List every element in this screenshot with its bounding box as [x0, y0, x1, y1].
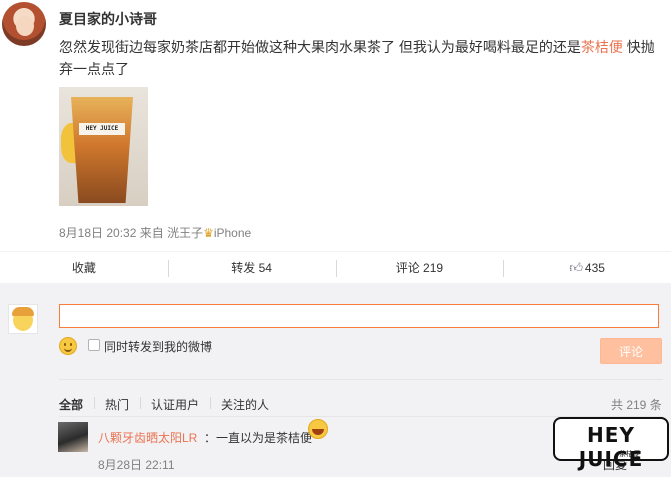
post-meta-device[interactable]: iPhone: [214, 226, 251, 240]
tab-hot[interactable]: 热门: [94, 396, 140, 413]
crown-icon: ♛: [203, 226, 214, 240]
collect-button[interactable]: 收藏: [0, 252, 168, 283]
post-text-part-1: 忽然发现街边每家奶茶店都开始做这种大果肉水果茶了 但我认为最好喝料最足的还是: [59, 39, 581, 55]
laughing-emoji-icon: [308, 419, 328, 439]
comment-input[interactable]: [59, 304, 659, 328]
poster-avatar[interactable]: [2, 2, 46, 46]
watermark-subtext: 茶桔便: [619, 451, 640, 458]
divider: [59, 379, 663, 380]
submit-comment-button[interactable]: 评论: [600, 338, 662, 364]
commenter-username[interactable]: 八颗牙齿晒太阳LR: [98, 429, 197, 446]
comment-time: 8月28日 22:11: [98, 458, 175, 472]
hey-juice-watermark-logo: HEY JUICE 茶桔便: [553, 417, 669, 471]
post-text: 忽然发现街边每家奶茶店都开始做这种大果肉水果茶了 但我认为最好喝料最足的还是茶桔…: [59, 36, 659, 80]
comment-button[interactable]: 评论 219: [335, 252, 504, 283]
watermark-text: HEY JUICE: [578, 423, 644, 471]
image-cup: [71, 97, 133, 203]
tab-all[interactable]: 全部: [59, 396, 94, 413]
poster-username[interactable]: 夏目家的小诗哥: [59, 9, 157, 29]
current-user-avatar[interactable]: [8, 304, 38, 334]
commenter-avatar[interactable]: [58, 422, 88, 452]
post-hashtag-link[interactable]: 茶桔便: [581, 39, 623, 55]
emoji-icon[interactable]: [59, 337, 77, 355]
tab-verified[interactable]: 认证用户: [140, 396, 210, 413]
repost-checkbox[interactable]: [88, 339, 100, 351]
comment-total: 共 219 条: [611, 398, 662, 412]
like-count: 435: [584, 260, 605, 275]
tab-following[interactable]: 关注的人: [210, 396, 280, 413]
post-meta: 8月18日 20:32 来自 洸王子♛iPhone: [59, 224, 251, 241]
post-meta-text[interactable]: 8月18日 20:32 来自 洸王子: [59, 226, 203, 240]
image-cup-label: HEY JUICE: [79, 123, 125, 135]
repost-label: 转发 54: [231, 261, 272, 275]
comment-filter-tabs: 全部 热门 认证用户 关注的人: [59, 396, 280, 413]
thumbs-up-icon: 👍︎: [569, 259, 583, 275]
like-button[interactable]: 👍︎ 435: [503, 252, 671, 283]
post-image[interactable]: HEY JUICE: [59, 87, 148, 206]
comment-label: 评论 219: [395, 261, 444, 275]
repost-button[interactable]: 转发 54: [167, 252, 336, 283]
repost-checkbox-label[interactable]: 同时转发到我的微博: [104, 338, 212, 355]
action-bar: 收藏 转发 54 评论 219 👍︎ 435: [0, 251, 671, 284]
comment-text: ：一直以为是茶桔便: [204, 431, 313, 445]
collect-label: 收藏: [71, 261, 96, 275]
